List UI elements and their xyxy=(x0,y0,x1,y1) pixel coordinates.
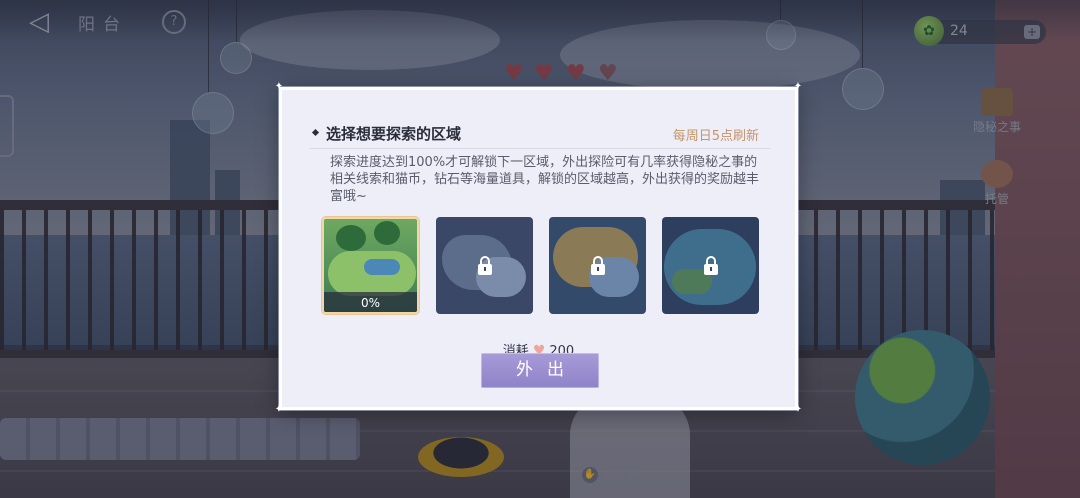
lock-icon xyxy=(703,255,718,275)
sparkle-icon: ✦ xyxy=(274,404,284,415)
sparkle-icon: ✦ xyxy=(274,81,284,92)
dialog-description: 探索进度达到100%才可解锁下一区域，外出探险可有几率获得隐秘之事的相关线索和猫… xyxy=(330,155,760,204)
refresh-note: 每周日5点刷新 xyxy=(672,129,759,144)
go-out-button[interactable]: 外出 xyxy=(481,353,599,388)
lock-icon xyxy=(590,255,605,275)
divider xyxy=(310,148,770,149)
region-progress-label: 0% xyxy=(360,296,381,310)
region-card-4[interactable] xyxy=(662,217,759,314)
explore-region-dialog: ✦ ✦ ✦ ✦ 选择想要探索的区域 每周日5点刷新 探索进度达到100%才可解锁… xyxy=(275,82,802,415)
dialog-title-text: 选择想要探索的区域 xyxy=(326,125,462,143)
dialog-title: 选择想要探索的区域 xyxy=(311,123,462,144)
lock-icon xyxy=(477,255,492,275)
region-card-3[interactable] xyxy=(549,217,646,314)
sparkle-icon: ✦ xyxy=(793,81,803,92)
region-card-2[interactable] xyxy=(436,217,533,314)
diamond-bullet-icon xyxy=(311,128,320,137)
region-list: 0% xyxy=(322,217,762,317)
sparkle-icon: ✦ xyxy=(793,404,803,415)
region-card-1[interactable]: 0% xyxy=(322,217,419,314)
